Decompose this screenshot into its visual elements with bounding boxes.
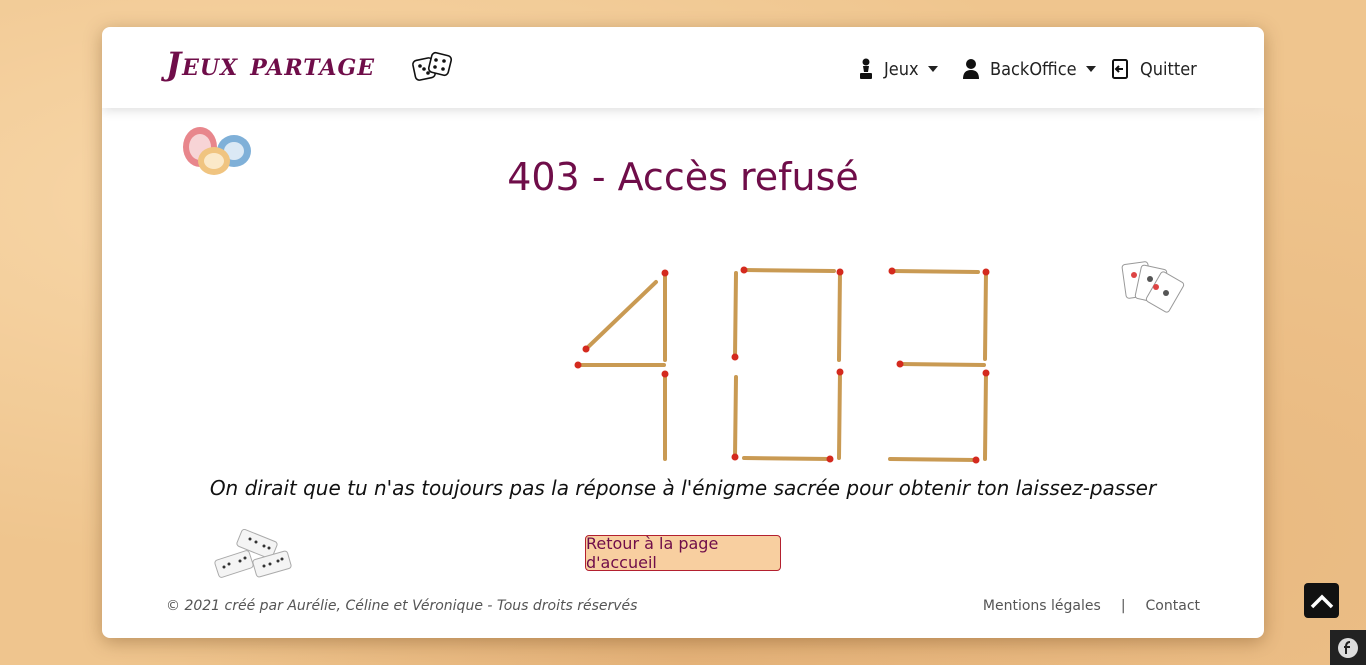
navbar: Jeux partage Jeux BackOffice Quitter [102, 27, 1264, 108]
footer-links: Mentions légales | Contact [983, 598, 1200, 614]
nav-backoffice-label: BackOffice [990, 58, 1077, 80]
nav-jeux-dropdown[interactable]: Jeux [858, 54, 938, 84]
contact-link[interactable]: Contact [1146, 598, 1200, 614]
scroll-to-top-button[interactable] [1304, 583, 1339, 618]
caret-down-icon [927, 66, 938, 72]
dominoes-icon [214, 529, 292, 578]
page-title: 403 - Accès refusé [507, 155, 859, 199]
nav-backoffice-dropdown[interactable]: BackOffice [962, 54, 1096, 84]
brand-logo-text[interactable]: Jeux partage [166, 45, 375, 83]
logout-icon [1112, 59, 1128, 79]
footer-copyright: © 2021 créé par Aurélie, Céline et Véron… [166, 598, 638, 614]
caret-down-icon [1085, 66, 1096, 72]
nav-quitter-link[interactable]: Quitter [1110, 54, 1197, 84]
user-icon [963, 59, 979, 79]
back-home-button[interactable]: Retour à la page d'accueil [585, 534, 781, 572]
error-message: On dirait que tu n'as toujours pas la ré… [209, 476, 1157, 500]
main-card: Jeux partage Jeux BackOffice Quitter 403… [102, 27, 1264, 638]
playing-cards-icon [1121, 261, 1185, 313]
footer-separator: | [1120, 598, 1126, 614]
nav-jeux-label: Jeux [884, 58, 919, 80]
chess-pawn-icon [860, 58, 872, 79]
dice-icon [412, 51, 453, 81]
matchstick-403-illustration [574, 266, 990, 464]
nav-quitter-label: Quitter [1140, 58, 1197, 80]
legal-notice-link[interactable]: Mentions légales [983, 598, 1101, 614]
symfony-debug-toolbar-toggle[interactable] [1330, 630, 1366, 665]
symfony-logo-icon [1338, 637, 1358, 658]
chevron-up-icon [1310, 594, 1333, 608]
